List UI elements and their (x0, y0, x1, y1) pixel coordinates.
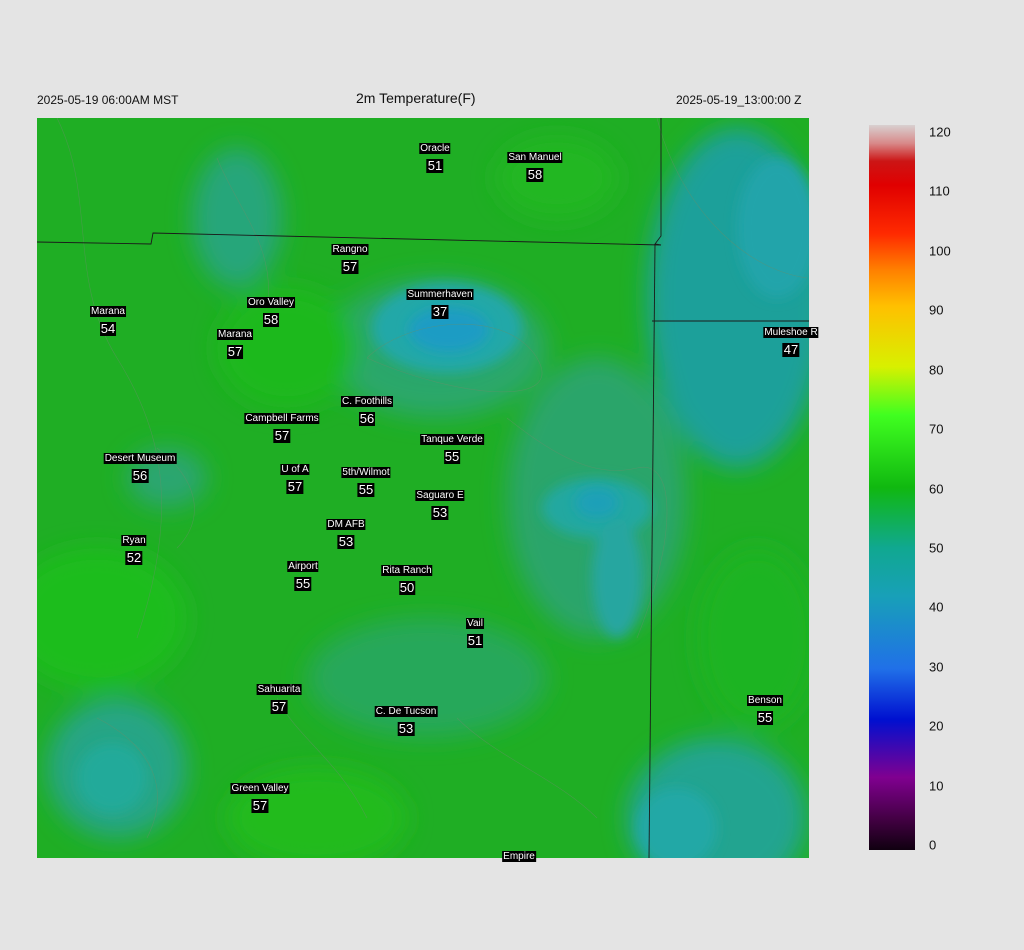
station-name: DM AFB (326, 519, 366, 530)
station-name: Muleshoe R (763, 327, 819, 338)
station-temp: 58 (526, 167, 544, 182)
temperature-colorbar (869, 125, 915, 850)
station-name: U of A (280, 464, 310, 475)
station-rita-ranch[interactable]: Rita Ranch 50 (381, 560, 433, 595)
station-temp: 47 (782, 342, 800, 357)
colorbar-tick-label: 80 (929, 362, 944, 378)
valid-time-local: 2025-05-19 06:00AM MST (37, 93, 179, 107)
station-benson[interactable]: Benson 55 (747, 690, 783, 725)
station-oracle[interactable]: Oracle 51 (419, 138, 451, 173)
station-5th-wilmot[interactable]: 5th/Wilmot 55 (341, 462, 391, 497)
station-marana-west[interactable]: Marana 54 (90, 301, 126, 336)
temperature-map: Oracle 51 San Manuel 58 Rangno 57 Summerhav… (37, 118, 819, 862)
station-name: Airport (287, 561, 319, 572)
colorbar-tick-label: 20 (929, 718, 944, 734)
station-temp: 57 (270, 699, 288, 714)
station-temp: 55 (443, 449, 461, 464)
station-name: Saguaro E (415, 490, 465, 501)
station-temp: 51 (426, 158, 444, 173)
station-campbell-farms[interactable]: Campbell Farms 57 (244, 408, 320, 443)
station-temp: 52 (125, 550, 143, 565)
station-name: Desert Museum (103, 453, 177, 464)
station-name: Oracle (419, 143, 451, 154)
station-saguaro-e[interactable]: Saguaro E 53 (415, 485, 465, 520)
station-name: Green Valley (230, 783, 290, 794)
station-temp: 55 (756, 710, 774, 725)
station-temp: 58 (262, 312, 280, 327)
station-name: Tanque Verde (420, 434, 484, 445)
station-name: C. De Tucson (374, 706, 438, 717)
station-name: Summerhaven (406, 289, 474, 300)
station-temp: 55 (294, 576, 312, 591)
station-airport[interactable]: Airport 55 (287, 556, 319, 591)
station-name: 5th/Wilmot (341, 467, 391, 478)
station-temp: 57 (286, 479, 304, 494)
station-c-de-tucson[interactable]: C. De Tucson 53 (374, 701, 438, 736)
station-temp: 55 (357, 482, 375, 497)
colorbar-tick-label: 100 (929, 243, 951, 259)
colorbar-tick-label: 30 (929, 659, 944, 675)
station-san-manuel[interactable]: San Manuel 58 (507, 147, 563, 182)
station-name: Rita Ranch (381, 565, 433, 576)
station-summerhaven[interactable]: Summerhaven 37 (406, 284, 474, 319)
station-name: Marana (217, 329, 253, 340)
station-name: Sahuarita (256, 684, 302, 695)
station-temp: 50 (398, 580, 416, 595)
station-muleshoe-r[interactable]: Muleshoe R 47 (763, 322, 819, 357)
station-name: Vail (466, 618, 484, 629)
station-tanque-verde[interactable]: Tanque Verde 55 (420, 429, 484, 464)
colorbar-tick-label: 0 (929, 837, 937, 853)
station-temp: 53 (431, 505, 449, 520)
colorbar-tick-label: 90 (929, 302, 944, 318)
colorbar-tick-label: 50 (929, 540, 944, 556)
station-name: Oro Valley (247, 297, 295, 308)
colorbar-tick-label: 110 (929, 183, 950, 199)
station-temp: 54 (99, 321, 117, 336)
station-temp: 57 (341, 259, 359, 274)
map-title: 2m Temperature(F) (356, 90, 476, 106)
station-name: Empire (502, 851, 536, 862)
station-name: C. Foothills (340, 396, 394, 407)
station-name: Benson (747, 695, 783, 706)
colorbar-tick-label: 10 (929, 778, 944, 794)
station-temp: 56 (131, 468, 149, 483)
station-c-foothills[interactable]: C. Foothills 56 (340, 391, 394, 426)
station-vail[interactable]: Vail 51 (466, 613, 484, 648)
station-marana[interactable]: Marana 57 (217, 324, 253, 359)
station-temp: 57 (251, 798, 269, 813)
colorbar-tick-label: 70 (929, 421, 944, 437)
station-name: Campbell Farms (244, 413, 320, 424)
station-name: San Manuel (507, 152, 563, 163)
station-desert-museum[interactable]: Desert Museum 56 (103, 448, 177, 483)
station-temp: 57 (226, 344, 244, 359)
station-name: Ryan (121, 535, 147, 546)
station-rangno[interactable]: Rangno 57 (331, 239, 369, 274)
colorbar-tick-label: 60 (929, 481, 944, 496)
station-temp: 53 (337, 534, 355, 549)
station-oro-valley[interactable]: Oro Valley 58 (247, 292, 295, 327)
station-ryan[interactable]: Ryan 52 (121, 530, 147, 565)
station-name: Marana (90, 306, 126, 317)
station-sahuarita[interactable]: Sahuarita 57 (256, 679, 302, 714)
colorbar-gradient (869, 125, 915, 850)
colorbar-tick-label: 120 (929, 124, 951, 140)
station-empire[interactable]: Empire (502, 846, 536, 864)
station-green-valley[interactable]: Green Valley 57 (230, 778, 290, 813)
station-dm-afb[interactable]: DM AFB 53 (326, 514, 366, 549)
station-temp: 56 (358, 411, 376, 426)
station-temp: 53 (397, 721, 415, 736)
station-u-of-a[interactable]: U of A 57 (280, 459, 310, 494)
station-temp: 57 (273, 428, 291, 443)
colorbar-tick-label: 40 (929, 599, 944, 615)
station-name: Rangno (331, 244, 369, 255)
valid-time-utc: 2025-05-19_13:00:00 Z (676, 93, 802, 107)
station-temp: 51 (466, 633, 484, 648)
station-temp: 37 (431, 304, 449, 319)
